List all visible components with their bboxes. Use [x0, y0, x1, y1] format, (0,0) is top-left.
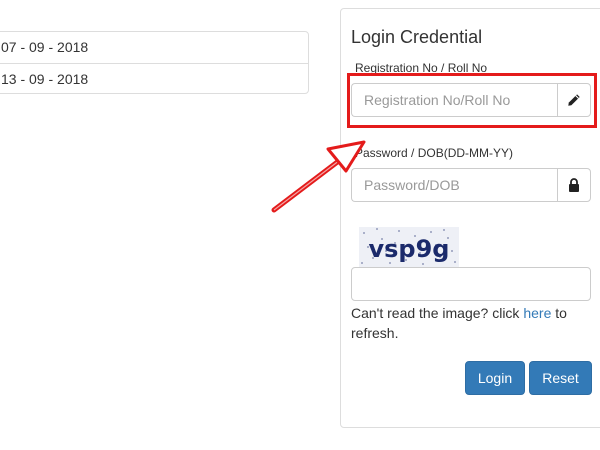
password-label: Password / DOB(DD-MM-YY)	[355, 146, 514, 160]
registration-label: Registration No / Roll No	[355, 61, 488, 75]
registration-input-group	[351, 83, 591, 117]
refresh-prefix: Can't read the image? click	[351, 305, 524, 321]
reset-button[interactable]: Reset	[529, 361, 592, 395]
panel-title: Login Credential	[351, 27, 483, 47]
password-input[interactable]	[351, 168, 557, 202]
date-item: 13 - 09 - 2018	[0, 63, 308, 95]
captcha-input[interactable]	[351, 267, 591, 301]
captcha-image: vsp9g	[359, 227, 459, 267]
captcha-text: vsp9g	[369, 235, 450, 263]
refresh-hint: Can't read the image? click here to refr…	[351, 303, 591, 343]
login-panel: Login Credential Registration No / Roll …	[340, 8, 600, 428]
refresh-link[interactable]: here	[523, 305, 551, 321]
pencil-icon	[557, 83, 591, 117]
date-item: 07 - 09 - 2018	[1, 39, 89, 55]
lock-icon	[557, 168, 591, 202]
registration-input[interactable]	[351, 83, 557, 117]
date-list: 07 - 09 - 2018 13 - 09 - 2018	[0, 31, 309, 94]
login-button[interactable]: Login	[465, 361, 525, 395]
password-input-group	[351, 168, 591, 202]
